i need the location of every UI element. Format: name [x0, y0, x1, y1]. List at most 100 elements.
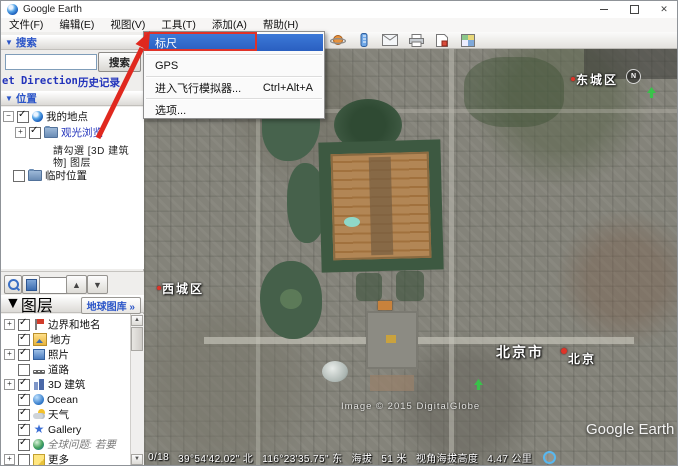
save-image-icon[interactable]	[432, 33, 452, 47]
scrollbar-thumb[interactable]	[131, 327, 143, 351]
move-down-button[interactable]: ▼	[87, 275, 108, 294]
elevation-label: 海拔	[352, 450, 373, 465]
label-xicheng: 西城区	[162, 280, 204, 297]
collapse-triangle-icon: ▼	[5, 295, 21, 313]
email-icon[interactable]	[380, 33, 400, 47]
menu-item-gps[interactable]: GPS	[145, 57, 323, 74]
layer-row-borders[interactable]: + 边界和地名	[4, 318, 132, 331]
search-button[interactable]: 搜索	[98, 52, 141, 72]
checkbox-borders[interactable]	[18, 319, 30, 331]
google-earth-icon	[32, 111, 43, 122]
note-icon	[33, 454, 45, 466]
expander-plus-icon[interactable]: +	[15, 127, 26, 138]
checkbox-ocean[interactable]	[18, 394, 30, 406]
sightseeing-label: 观光浏览	[61, 125, 103, 140]
menu-add[interactable]: 添加(A)	[204, 18, 255, 32]
planet-icon[interactable]	[328, 33, 348, 47]
tab-get-directions[interactable]: et Direction	[2, 75, 78, 87]
longitude-value: 116°23'35.75" 东	[262, 450, 342, 465]
down-arrow-icon: ▼	[93, 280, 102, 290]
window-title: Google Earth	[23, 4, 82, 15]
search-places-button[interactable]	[4, 275, 22, 294]
checkbox-global-awareness[interactable]	[18, 439, 30, 451]
menu-file[interactable]: 文件(F)	[1, 18, 51, 32]
city-placemark[interactable]	[561, 348, 567, 354]
expander-plus-icon[interactable]: +	[4, 454, 15, 465]
layer-row-places[interactable]: 地方	[18, 333, 144, 346]
search-panel-title: 搜索	[16, 35, 37, 50]
layer-row-3d-buildings[interactable]: + 3D 建筑	[4, 378, 132, 391]
checkbox-gallery[interactable]	[18, 424, 30, 436]
checkbox-roads[interactable]	[18, 364, 30, 376]
places-tree: − 我的地点 + 观光浏览 請勾選 [3D 建筑 物] 图层 临时位置	[1, 107, 144, 269]
tree-item-my-places[interactable]: − 我的地点	[3, 110, 88, 123]
layers-panel-title: 图层	[21, 292, 53, 316]
move-up-button[interactable]: ▲	[66, 275, 87, 294]
tools-dropdown-menu: 标尺 GPS 进入飞行模拟器... Ctrl+Alt+A 选项...	[143, 31, 325, 119]
checkbox-places[interactable]	[18, 334, 30, 346]
checkbox-photos[interactable]	[18, 349, 30, 361]
menu-view[interactable]: 视图(V)	[102, 18, 153, 32]
checkbox-temporary-places[interactable]	[13, 170, 25, 182]
layer-row-global-awareness[interactable]: 全球问题: 若要	[18, 438, 144, 451]
menu-bar: 文件(F) 编辑(E) 视图(V) 工具(T) 添加(A) 帮助(H)	[1, 18, 678, 33]
maximize-button[interactable]	[619, 1, 649, 18]
menu-tools[interactable]: 工具(T)	[153, 18, 203, 32]
checkbox-weather[interactable]	[18, 409, 30, 421]
road-changan-avenue	[204, 337, 634, 344]
layer-row-photos[interactable]: + 照片	[4, 348, 132, 361]
minimize-button[interactable]	[589, 1, 619, 18]
checkbox-3d-buildings[interactable]	[18, 379, 30, 391]
menu-item-flight-simulator[interactable]: 进入飞行模拟器... Ctrl+Alt+A	[145, 79, 323, 96]
search-panel-header[interactable]: ▼ 搜索	[1, 35, 144, 50]
menu-separator	[146, 76, 322, 78]
park-patch-northeast	[464, 57, 564, 127]
scroll-up-button[interactable]: ▲	[131, 315, 143, 326]
scroll-down-button[interactable]: ▼	[131, 454, 143, 465]
buildings-icon	[33, 379, 45, 390]
tree-item-temporary-places[interactable]: 临时位置	[13, 169, 87, 182]
tab-history[interactable]: 历史记录	[78, 75, 120, 90]
collapse-triangle-icon: ▼	[5, 94, 13, 103]
checkbox-more[interactable]	[18, 454, 30, 466]
flight-simulator-shortcut: Ctrl+Alt+A	[263, 82, 323, 94]
green-placemark[interactable]	[647, 87, 656, 98]
layers-scrollbar[interactable]: ▲ ▼	[130, 314, 144, 466]
checkbox-my-places[interactable]	[17, 111, 29, 123]
close-button[interactable]: ✕	[649, 1, 678, 18]
expander-plus-icon[interactable]: +	[4, 379, 15, 390]
tree-item-sightseeing[interactable]: + 观光浏览	[15, 126, 103, 139]
layer-row-ocean[interactable]: Ocean	[18, 393, 144, 406]
layer-label: 地方	[50, 333, 71, 346]
expander-minus-icon[interactable]: −	[3, 111, 14, 122]
layer-row-weather[interactable]: 天气	[18, 408, 144, 421]
ruler-icon[interactable]	[354, 33, 374, 47]
green-placemark[interactable]	[474, 379, 483, 390]
menu-separator	[146, 54, 322, 56]
layer-row-gallery[interactable]: ★ Gallery	[18, 423, 144, 436]
flag-icon	[33, 319, 45, 330]
imagery-credit: Image © 2015 DigitalGlobe	[341, 401, 480, 412]
layer-row-more[interactable]: + 更多	[4, 453, 132, 466]
expander-plus-icon[interactable]: +	[4, 319, 15, 330]
places-panel-title: 位置	[16, 91, 37, 106]
earth-gallery-button[interactable]: 地球图库 »	[81, 297, 141, 314]
maps-icon[interactable]	[458, 33, 478, 47]
zhongshan-park	[356, 273, 382, 301]
star-icon: ★	[33, 424, 45, 435]
globe-icon	[33, 439, 44, 450]
print-icon[interactable]	[406, 33, 426, 47]
search-input[interactable]	[5, 54, 97, 70]
layer-row-roads[interactable]: 道路	[18, 363, 144, 376]
compass-north-icon[interactable]: N	[626, 69, 641, 84]
layers-panel-header[interactable]: ▼ 图层 地球图库 »	[1, 295, 144, 313]
layer-label: Gallery	[48, 424, 81, 436]
expander-plus-icon[interactable]: +	[4, 349, 15, 360]
sidebar: ▼ 搜索 搜索 et Direction 历史记录 ▼ 位置 − 我的地点 +	[1, 32, 144, 466]
places-panel-header[interactable]: ▼ 位置	[1, 91, 144, 106]
menu-help[interactable]: 帮助(H)	[255, 18, 307, 32]
eye-altitude-value: 4.47 公里	[487, 450, 532, 465]
checkbox-sightseeing[interactable]	[29, 127, 41, 139]
menu-edit[interactable]: 编辑(E)	[51, 18, 102, 32]
menu-item-options[interactable]: 选项...	[145, 101, 323, 118]
